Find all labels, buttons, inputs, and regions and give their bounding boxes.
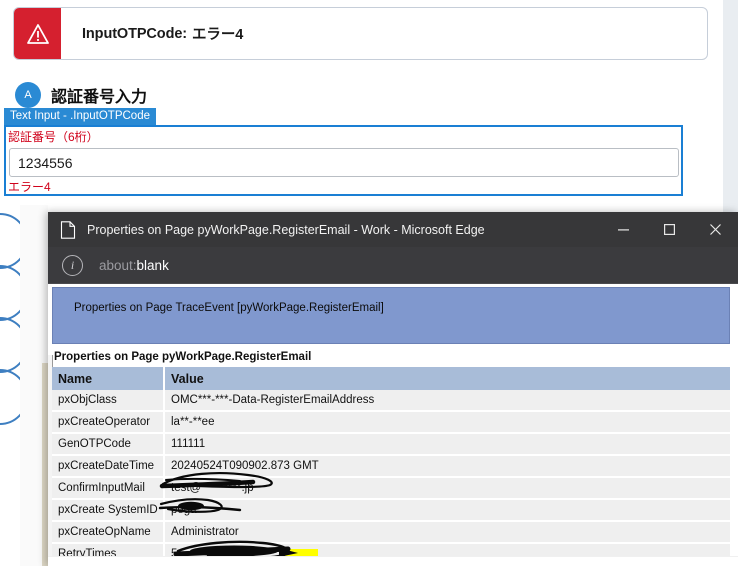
maximize-button[interactable] xyxy=(646,212,692,247)
property-name: pxObjClass xyxy=(52,390,165,411)
edge-browser-window: Properties on Page pyWorkPage.RegisterEm… xyxy=(48,212,738,566)
edge-address-bar[interactable]: i about:blank xyxy=(48,247,738,284)
table-row: pxCreate SystemID pega xyxy=(52,499,730,521)
property-name: pxCreate SystemID xyxy=(52,499,165,521)
property-name: pxCreateOpName xyxy=(52,521,165,543)
table-row: GenOTPCode 111111 xyxy=(52,433,730,455)
column-header-value: Value xyxy=(164,367,730,390)
property-name: ConfirmInputMail xyxy=(52,477,165,499)
property-value: OMC***-***-Data-RegisterEmailAddress xyxy=(164,390,730,411)
property-value: la**-**ee xyxy=(164,411,730,433)
trace-event-title: Properties on Page TraceEvent [pyWorkPag… xyxy=(74,302,384,314)
otp-field-label: 認証番号（6桁） xyxy=(8,130,99,144)
table-row: pxCreateOperator la**-**ee xyxy=(52,411,730,433)
table-row: pxCreateOpName Administrator xyxy=(52,521,730,543)
page-bottom-area xyxy=(48,556,738,566)
table-row: pxObjClass OMC***-***-Data-RegisterEmail… xyxy=(52,390,730,411)
screen-root: InputOTPCode: エラー4 A 認証番号入力 → Text Input… xyxy=(0,0,738,566)
property-name: pxCreateOperator xyxy=(52,411,165,433)
table-row: pxCreateDateTime 20240524T090902.873 GMT xyxy=(52,455,730,477)
page-title: 認証番号入力 xyxy=(51,89,148,106)
property-value: 20240524T090902.873 GMT xyxy=(164,455,730,477)
otp-field-error: エラー4 xyxy=(8,180,51,194)
section-header: A 認証番号入力 xyxy=(15,82,147,108)
alert-error-text: エラー4 xyxy=(192,27,244,43)
otp-field-group: 認証番号（6桁） エラー4 xyxy=(4,125,683,196)
alert-property-name: InputOTPCode: xyxy=(82,25,188,42)
properties-table: Name Value pxObjClass OMC***-***-Data-Re… xyxy=(52,367,730,566)
avatar: A xyxy=(15,82,41,108)
error-alert-banner: InputOTPCode: エラー4 xyxy=(13,7,708,60)
properties-heading: Properties on Page pyWorkPage.RegisterEm… xyxy=(54,351,312,363)
window-controls xyxy=(600,212,738,247)
property-value: 111111 xyxy=(164,433,730,455)
close-button[interactable] xyxy=(692,212,738,247)
url-scheme: about: xyxy=(99,257,137,273)
url-host: blank xyxy=(136,257,169,273)
property-value: Administrator xyxy=(164,521,730,543)
app-left-rail: → xyxy=(0,205,48,566)
edge-titlebar[interactable]: Properties on Page pyWorkPage.RegisterEm… xyxy=(48,212,738,247)
otp-code-input[interactable] xyxy=(9,148,679,177)
live-ui-inspector-tag: Text Input - .InputOTPCode xyxy=(4,108,156,125)
table-row: ConfirmInputMail test@*********.jp xyxy=(52,477,730,499)
document-icon xyxy=(60,220,76,239)
trace-event-banner: Properties on Page TraceEvent [pyWorkPag… xyxy=(52,287,730,344)
window-title: Properties on Page pyWorkPage.RegisterEm… xyxy=(87,222,485,237)
property-name: GenOTPCode xyxy=(52,433,165,455)
property-name: pxCreateDateTime xyxy=(52,455,165,477)
address-bar-url[interactable]: about:blank xyxy=(99,258,169,273)
edge-page-content: Properties on Page TraceEvent [pyWorkPag… xyxy=(48,284,738,566)
alert-message: InputOTPCode: エラー4 xyxy=(61,8,707,59)
property-value: test@*********.jp xyxy=(164,477,730,499)
column-header-name: Name xyxy=(52,367,165,390)
info-circle-icon[interactable]: i xyxy=(62,254,83,276)
table-header-row: Name Value xyxy=(52,367,730,390)
property-value: pega xyxy=(164,499,730,521)
properties-table-body: pxObjClass OMC***-***-Data-RegisterEmail… xyxy=(52,390,730,565)
warning-triangle-icon xyxy=(14,8,61,59)
minimize-button[interactable] xyxy=(600,212,646,247)
